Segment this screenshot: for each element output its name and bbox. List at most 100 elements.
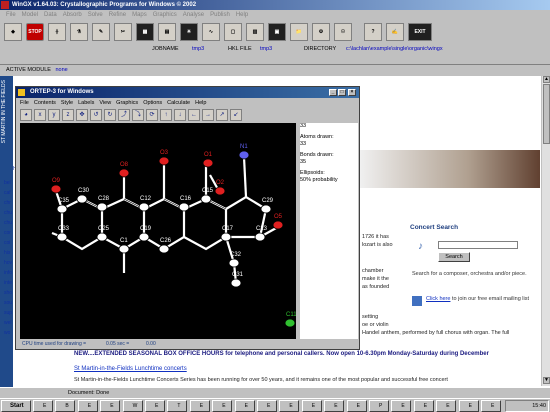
folder-icon[interactable]: 📁 (290, 23, 308, 41)
taskbar-task-button[interactable]: E (234, 400, 255, 412)
flask-icon[interactable]: ⚗ (70, 23, 88, 41)
scroll-down-icon[interactable]: ▼ (543, 377, 550, 384)
ortep-title-bar[interactable]: ORTEP-3 for Windows _ □ × (16, 87, 359, 98)
ortep-menu-options[interactable]: Options (143, 98, 162, 108)
move-down-icon[interactable]: ↓ (174, 109, 186, 121)
scroll-up-icon[interactable]: ▲ (543, 76, 550, 83)
taskbar-task-button[interactable]: E (145, 400, 165, 412)
atom-c23[interactable] (254, 232, 266, 242)
nav-link[interactable]: wel (4, 320, 12, 326)
menu-graphics[interactable]: Graphics (153, 10, 177, 20)
structure-icon[interactable]: ✳ (180, 23, 198, 41)
move-up-icon[interactable]: ↑ (160, 109, 172, 121)
atom-c33[interactable] (56, 232, 68, 242)
ortep-menu-calculate[interactable]: Calculate (167, 98, 190, 108)
atom-c28[interactable] (96, 202, 108, 212)
rotate-left-icon[interactable]: ↺ (90, 109, 102, 121)
menu-data[interactable]: Data (44, 10, 57, 20)
taskbar-task-button[interactable]: E (481, 400, 501, 412)
nav-link[interactable]: coi (4, 240, 10, 246)
atom-c35[interactable] (56, 204, 68, 214)
taskbar-task-button[interactable]: E (77, 400, 98, 412)
atom-o8[interactable] (118, 168, 130, 178)
menu-analyse[interactable]: Analyse (183, 10, 204, 20)
wingx-title-bar[interactable]: WinGX v1.64.03: Crystallographic Program… (0, 0, 550, 10)
atom-c16[interactable] (178, 202, 190, 212)
maximize-button[interactable]: □ (338, 89, 346, 96)
ortep-menu-labels[interactable]: Labels (78, 98, 94, 108)
minimize-button[interactable]: _ (329, 89, 337, 96)
mailing-list-link[interactable]: Click here (426, 296, 450, 302)
menu-publish[interactable]: Publish (210, 10, 230, 20)
start-button[interactable]: Start (1, 400, 31, 412)
atom-o1[interactable] (202, 158, 214, 168)
taskbar-task-button[interactable]: E (436, 400, 457, 412)
menu-file[interactable]: File (6, 10, 16, 20)
ortep-menu-file[interactable]: File (20, 98, 29, 108)
atom-o3[interactable] (158, 156, 170, 166)
taskbar-task-button[interactable]: E (212, 400, 233, 412)
rotate-y-icon[interactable]: y (48, 109, 60, 121)
atom-c30[interactable] (76, 194, 88, 204)
taskbar-task-button[interactable]: W (122, 400, 143, 412)
nav-link[interactable]: inte (4, 280, 12, 286)
nav-link[interactable]: wo (4, 330, 10, 336)
taskbar-task-button[interactable]: E (257, 400, 277, 412)
map-icon[interactable]: ▦ (136, 23, 154, 41)
pen-icon[interactable]: ✎ (92, 23, 110, 41)
ortep-menu-graphics[interactable]: Graphics (116, 98, 138, 108)
ortep-menu-contents[interactable]: Contents (34, 98, 56, 108)
nav-link[interactable]: his (4, 250, 10, 256)
menu-model[interactable]: Model (22, 10, 38, 20)
taskbar-task-button[interactable]: E (189, 400, 210, 412)
scroll-thumb[interactable] (543, 84, 550, 144)
tilt-down-icon[interactable]: ⤵ (132, 109, 144, 121)
atom-n1[interactable] (238, 150, 250, 160)
taskbar-task-button[interactable]: E (324, 400, 345, 412)
nav-link[interactable]: info (4, 270, 12, 276)
taskbar-task-button[interactable]: E (391, 400, 412, 412)
menu-maps[interactable]: Maps (132, 10, 147, 20)
tilt-up-icon[interactable]: ⤴ (118, 109, 130, 121)
wave-icon[interactable]: ∿ (202, 23, 220, 41)
tool-icon[interactable]: ✂ (114, 23, 132, 41)
nav-link[interactable]: hov (4, 260, 12, 266)
concert-search-button[interactable]: Search (438, 252, 470, 262)
atom-c15[interactable] (200, 194, 212, 204)
book-icon[interactable]: ▥ (246, 23, 264, 41)
atom-c17[interactable] (220, 232, 232, 242)
crystal-icon[interactable]: ◆ (4, 23, 22, 41)
taskbar-task-button[interactable]: E (301, 400, 322, 412)
settings-icon[interactable]: ⚙ (312, 23, 330, 41)
taskbar-task-button[interactable]: E (279, 400, 300, 412)
menu-help[interactable]: Help (236, 10, 248, 20)
menu-refine[interactable]: Refine (109, 10, 126, 20)
nav-link[interactable]: sho (4, 290, 12, 296)
exit-button[interactable]: EXIT (408, 23, 432, 41)
atom-c31[interactable] (230, 278, 242, 288)
display-icon[interactable]: ▢ (224, 23, 242, 41)
nav-link[interactable]: sup (4, 310, 12, 316)
color-wheel-icon[interactable]: ◕ (20, 109, 32, 121)
close-button[interactable]: × (348, 89, 356, 96)
atom-c1[interactable] (118, 244, 130, 254)
atom-o2[interactable] (214, 186, 226, 196)
nav-link[interactable]: chu (4, 220, 12, 226)
taskbar-task-button[interactable]: E (100, 400, 121, 412)
nav-link[interactable]: caf (4, 190, 11, 196)
molecule-canvas[interactable]: O9 O8 O3 O1 O2 N1 O5 C11 C28 C12 C16 C15 C29 C23 C35 C3… (20, 123, 297, 339)
nav-link[interactable]: chu (4, 210, 12, 216)
globe-icon[interactable]: ☉ (334, 23, 352, 41)
move-right-icon[interactable]: → (202, 109, 214, 121)
taskbar-task-button[interactable]: T (167, 400, 188, 412)
menu-solve[interactable]: Solve (88, 10, 103, 20)
ortep-menu-view[interactable]: View (99, 98, 111, 108)
taskbar-task-button[interactable]: E (413, 400, 434, 412)
nav-link[interactable]: sou (4, 300, 12, 306)
rotate-z-icon[interactable]: z (62, 109, 74, 121)
taskbar-task-button[interactable]: E (346, 400, 367, 412)
write-icon[interactable]: ✍ (386, 23, 404, 41)
lunchtime-concerts-link[interactable]: St Martin-in-the-Fields Lunchtime concer… (74, 366, 187, 372)
page-scrollbar[interactable]: ▲ ▼ (541, 76, 550, 386)
taskbar-task-button[interactable]: E (458, 400, 479, 412)
